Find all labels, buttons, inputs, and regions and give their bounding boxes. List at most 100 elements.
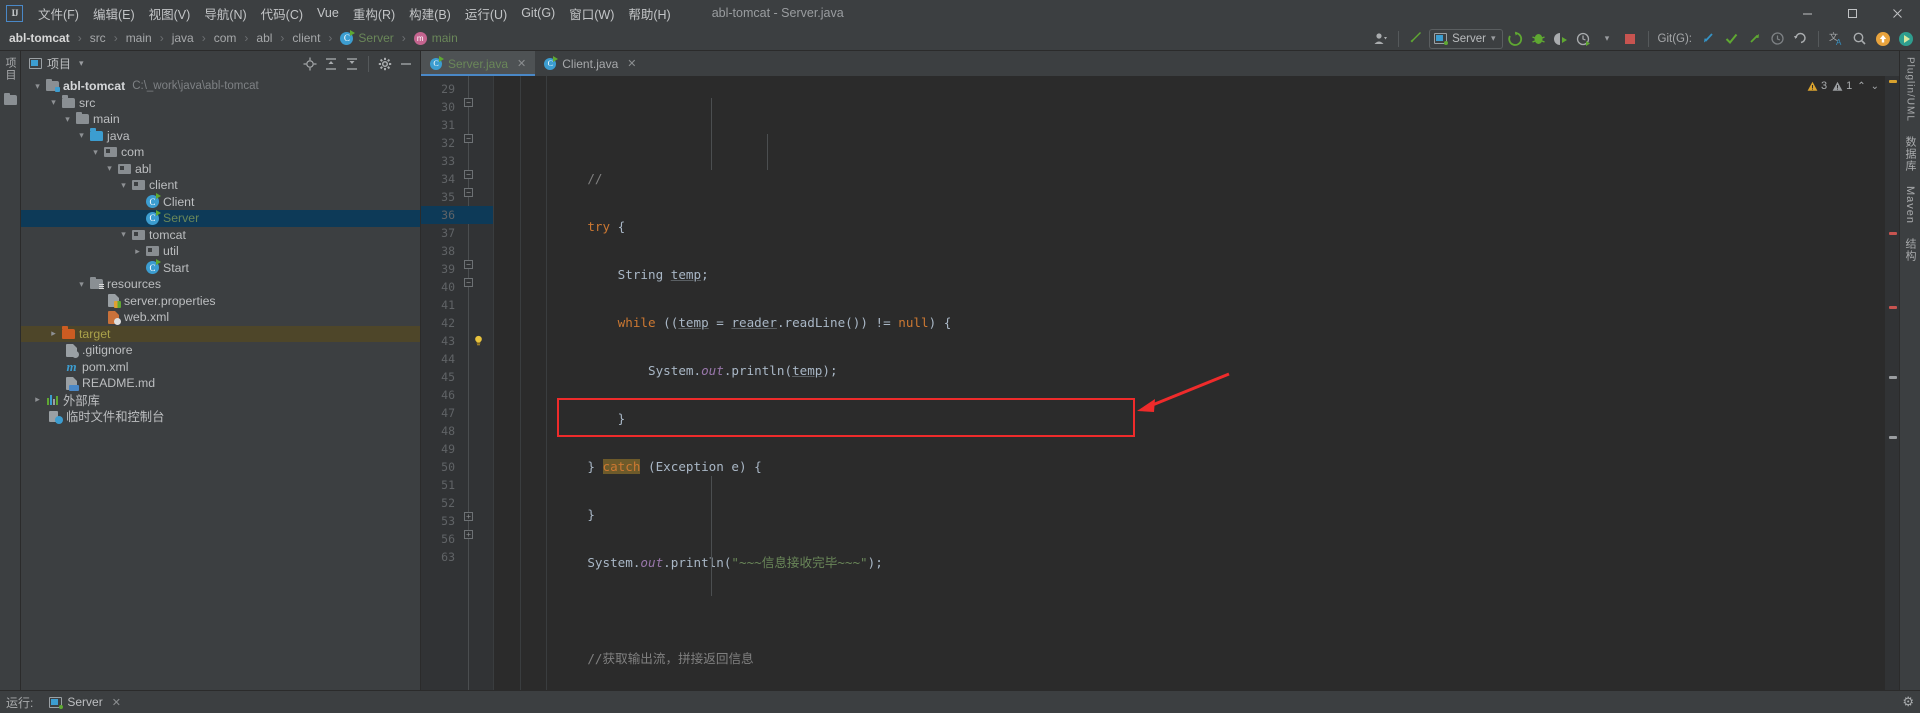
tree-item-abl-tomcat[interactable]: ▾ abl-tomcat C:\_work\java\abl-tomcat bbox=[21, 78, 420, 95]
breadcrumb-java[interactable]: java bbox=[169, 29, 197, 47]
undo-icon[interactable] bbox=[1790, 28, 1811, 49]
tree-item-main[interactable]: ▾ main bbox=[21, 111, 420, 128]
tree-item-abl[interactable]: ▾ abl bbox=[21, 161, 420, 178]
tree-item-java[interactable]: ▾ java bbox=[21, 128, 420, 145]
tree-item-resources[interactable]: ▾ resources bbox=[21, 276, 420, 293]
chevron-down-icon[interactable]: ▾ bbox=[117, 229, 130, 240]
chevron-down-icon[interactable]: ▾ bbox=[89, 147, 102, 158]
menu-item-edit[interactable]: 编辑(E) bbox=[86, 1, 142, 26]
tree-item-server-properties[interactable]: server.properties bbox=[21, 293, 420, 310]
settings-gear-icon[interactable] bbox=[375, 54, 395, 74]
intention-bulb-icon[interactable] bbox=[473, 335, 484, 346]
upload-circle-icon[interactable] bbox=[1872, 28, 1893, 49]
tree-item-gitignore[interactable]: .gitignore bbox=[21, 342, 420, 359]
fold-marker-icon[interactable]: − bbox=[464, 188, 473, 197]
tree-item-server-class[interactable]: C Server bbox=[21, 209, 420, 227]
rail-item-plugin-uml[interactable]: Pluglin/UML bbox=[1905, 57, 1916, 122]
chevron-down-icon[interactable]: ▾ bbox=[79, 58, 84, 69]
breadcrumb-src[interactable]: src bbox=[87, 29, 109, 47]
tab-server-java[interactable]: C Server.java ✕ bbox=[421, 51, 536, 76]
breadcrumb-main-method[interactable]: m main bbox=[411, 29, 461, 47]
stripe-error-mark[interactable] bbox=[1889, 306, 1897, 309]
menu-item-navigate[interactable]: 导航(N) bbox=[197, 1, 253, 26]
fold-marker-icon[interactable]: − bbox=[464, 170, 473, 179]
menu-item-file[interactable]: 文件(F) bbox=[31, 1, 86, 26]
scroll-from-source-icon[interactable] bbox=[300, 54, 320, 74]
menu-item-refactor[interactable]: 重构(R) bbox=[346, 1, 402, 26]
tree-item-scratches-consoles[interactable]: 临时文件和控制台 bbox=[21, 408, 420, 425]
user-account-icon[interactable] bbox=[1370, 28, 1391, 49]
chevron-down-icon[interactable]: ▾ bbox=[61, 114, 74, 125]
git-update-icon[interactable] bbox=[1698, 28, 1719, 49]
tree-item-com[interactable]: ▾ com bbox=[21, 144, 420, 161]
chevron-down-icon[interactable]: ▾ bbox=[31, 81, 44, 92]
translate-icon[interactable]: 文A bbox=[1826, 28, 1847, 49]
chevron-down-icon[interactable]: ▾ bbox=[75, 279, 88, 290]
prev-problem-icon[interactable]: ⌃ bbox=[1857, 81, 1865, 92]
chevron-right-icon[interactable]: ▸ bbox=[131, 246, 144, 257]
menu-item-help[interactable]: 帮助(H) bbox=[621, 1, 677, 26]
stop-button[interactable] bbox=[1620, 28, 1641, 49]
tree-item-start-class[interactable]: C Start bbox=[21, 259, 420, 277]
rail-folder-icon[interactable] bbox=[3, 92, 17, 105]
fold-marker-icon[interactable]: − bbox=[464, 260, 473, 269]
search-icon[interactable] bbox=[1849, 28, 1870, 49]
fold-marker-icon[interactable]: − bbox=[464, 134, 473, 143]
chevron-right-icon[interactable]: ▸ bbox=[47, 328, 60, 339]
git-push-icon[interactable] bbox=[1744, 28, 1765, 49]
breadcrumb-com[interactable]: com bbox=[211, 29, 240, 47]
code-editor[interactable]: 29 30− 31 32− 33 34− 35− 36 37 38 39− 40… bbox=[421, 76, 1899, 690]
hide-panel-icon[interactable] bbox=[396, 54, 416, 74]
tree-item-client-class[interactable]: C Client bbox=[21, 193, 420, 211]
menu-item-git[interactable]: Git(G) bbox=[514, 3, 562, 23]
weak-warning-count[interactable]: 1 bbox=[1832, 80, 1852, 92]
settings-gear-icon[interactable]: ⚙ bbox=[1902, 694, 1914, 710]
close-icon[interactable]: ✕ bbox=[627, 57, 636, 70]
git-commit-icon[interactable] bbox=[1721, 28, 1742, 49]
expand-all-icon[interactable] bbox=[321, 54, 341, 74]
rail-project-label[interactable]: 项目 bbox=[2, 57, 18, 81]
menu-item-vue[interactable]: Vue bbox=[310, 3, 346, 23]
tree-item-pom-xml[interactable]: m pom.xml bbox=[21, 359, 420, 376]
next-problem-icon[interactable]: ⌄ bbox=[1871, 81, 1879, 92]
rail-item-maven[interactable]: Maven bbox=[1904, 186, 1916, 224]
run-configuration-selector[interactable]: Server ▾ bbox=[1429, 28, 1503, 49]
menu-item-run[interactable]: 运行(U) bbox=[458, 1, 514, 26]
tree-item-readme-md[interactable]: README.md bbox=[21, 375, 420, 392]
fold-marker-icon[interactable]: + bbox=[464, 512, 473, 521]
menu-item-code[interactable]: 代码(C) bbox=[254, 1, 310, 26]
tree-item-external-libraries[interactable]: ▸ 外部库 bbox=[21, 392, 420, 409]
fold-marker-icon[interactable]: − bbox=[464, 278, 473, 287]
tree-item-target[interactable]: ▸ target bbox=[21, 325, 420, 342]
run-with-coverage-icon[interactable] bbox=[1551, 28, 1572, 49]
rail-item-database[interactable]: 数据库 bbox=[1902, 136, 1918, 172]
breadcrumb-abl[interactable]: abl bbox=[253, 29, 275, 47]
close-icon[interactable]: ✕ bbox=[112, 696, 121, 709]
code-text-area[interactable]: // try { String temp; while ((temp = rea… bbox=[555, 76, 1885, 690]
build-hammer-icon[interactable] bbox=[1406, 28, 1427, 49]
stripe-weak-mark[interactable] bbox=[1889, 376, 1897, 379]
breadcrumb-main[interactable]: main bbox=[123, 29, 155, 47]
profiler-icon[interactable] bbox=[1574, 28, 1595, 49]
tab-client-java[interactable]: C Client.java ✕ bbox=[535, 51, 645, 76]
fold-marker-icon[interactable]: − bbox=[464, 98, 473, 107]
run-tool-window-tab[interactable]: Server ✕ bbox=[49, 695, 121, 709]
chevron-down-icon[interactable]: ▾ bbox=[75, 130, 88, 141]
tree-item-web-xml[interactable]: web.xml bbox=[21, 309, 420, 326]
chevron-down-icon[interactable]: ▾ bbox=[47, 97, 60, 108]
minimize-button[interactable] bbox=[1785, 0, 1830, 26]
stripe-weak-mark[interactable] bbox=[1889, 436, 1897, 439]
menu-item-build[interactable]: 构建(B) bbox=[402, 1, 458, 26]
breadcrumb-client[interactable]: client bbox=[289, 29, 323, 47]
menu-item-view[interactable]: 视图(V) bbox=[142, 1, 198, 26]
play-colored-icon[interactable] bbox=[1895, 28, 1916, 49]
chevron-down-icon[interactable]: ▾ bbox=[117, 180, 130, 191]
collapse-all-icon[interactable] bbox=[342, 54, 362, 74]
stripe-warning-mark[interactable] bbox=[1889, 80, 1897, 83]
close-button[interactable] bbox=[1875, 0, 1920, 26]
breadcrumb-server[interactable]: C Server bbox=[337, 29, 396, 47]
tree-item-tomcat[interactable]: ▾ tomcat bbox=[21, 227, 420, 244]
close-icon[interactable]: ✕ bbox=[517, 57, 526, 70]
debug-bug-icon[interactable] bbox=[1528, 28, 1549, 49]
breadcrumb-abl-tomcat[interactable]: abl-tomcat bbox=[6, 29, 73, 47]
